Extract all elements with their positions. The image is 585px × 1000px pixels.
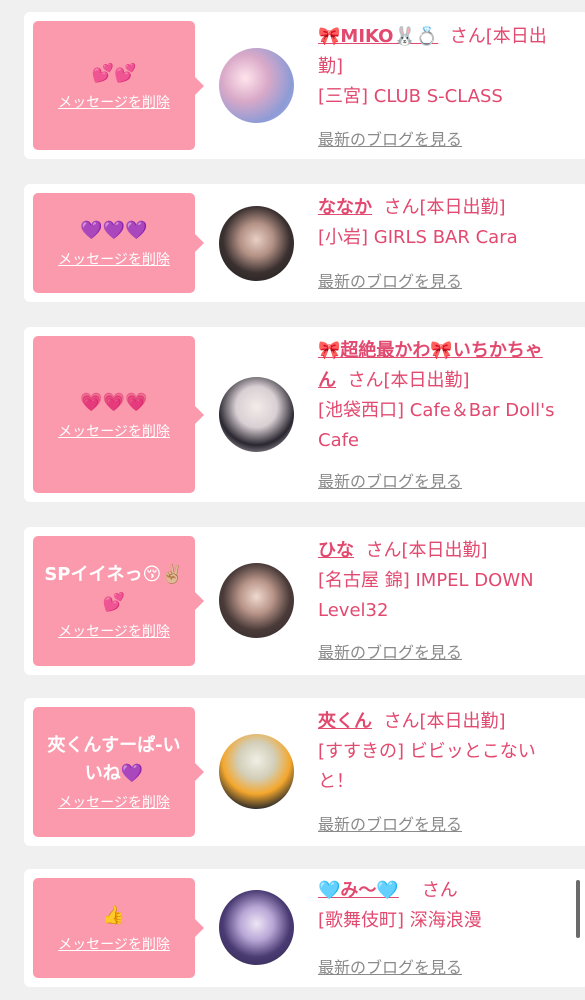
delete-message-link[interactable]: メッセージを削除 — [58, 792, 170, 812]
message-text: 💗💗💗 — [80, 391, 148, 413]
work-status: [本日出勤] — [419, 711, 506, 732]
message-bubble: 夾くんすーぱ-いいね💜 メッセージを削除 — [33, 707, 204, 837]
message-text: 💕💕 — [91, 62, 137, 84]
scrollbar[interactable] — [576, 880, 580, 938]
shop-name: [名古屋 錦] IMPEL DOWN Level32 — [318, 570, 534, 621]
message-card: 💜💜💜 メッセージを削除 ななか さん[本日出勤] [小岩] GIRLS BAR… — [24, 184, 585, 302]
message-text: 💜💜💜 — [80, 220, 148, 241]
honorific: さん — [383, 197, 420, 218]
cast-name-link[interactable]: 🎀MIKO🐰💍 — [318, 26, 438, 47]
avatar[interactable] — [219, 563, 294, 638]
message-text: 夾くんすーぱ-いいね💜 — [47, 735, 181, 784]
cast-name-link[interactable]: ななか — [318, 197, 372, 218]
message-card: 💕💕 メッセージを削除 🎀MIKO🐰💍 さん[本日出勤] [三宮] CLUB S… — [24, 12, 585, 159]
honorific: さん — [365, 540, 402, 561]
message-bubble: 💜💜💜 メッセージを削除 — [33, 193, 204, 293]
message-card: 夾くんすーぱ-いいね💜 メッセージを削除 夾くん さん[本日出勤] [すすきの]… — [24, 698, 585, 846]
delete-message-link[interactable]: メッセージを削除 — [58, 934, 170, 954]
honorific: さん — [383, 711, 420, 732]
cast-info: 🎀MIKO🐰💍 さん[本日出勤] [三宮] CLUB S-CLASS — [318, 22, 558, 112]
message-bubble: 💗💗💗 メッセージを削除 — [33, 336, 204, 493]
delete-message-link[interactable]: メッセージを削除 — [58, 249, 170, 269]
cast-name-link[interactable]: ひな — [318, 540, 354, 561]
message-text: 👍 — [102, 905, 126, 926]
cast-info: 🎀超絶最かわ🎀いちかちゃん さん[本日出勤] [池袋西口] Cafe＆Bar D… — [318, 336, 558, 456]
message-card: 👍 メッセージを削除 🩵み〜🩵 さん [歌舞伎町] 深海浪漫 最新のブログを見る — [24, 869, 585, 987]
work-status: [本日出勤] — [401, 540, 488, 561]
cast-info: 🩵み〜🩵 さん [歌舞伎町] 深海浪漫 — [318, 876, 558, 936]
blog-link[interactable]: 最新のブログを見る — [318, 954, 462, 978]
cast-name-link[interactable]: 夾くん — [318, 711, 372, 732]
honorific: さん — [347, 370, 384, 391]
honorific: さん — [449, 26, 486, 47]
shop-name: [小岩] GIRLS BAR Cara — [318, 227, 518, 248]
blog-link[interactable]: 最新のブログを見る — [318, 468, 462, 492]
honorific: さん — [421, 880, 458, 901]
blog-link[interactable]: 最新のブログを見る — [318, 268, 462, 292]
shop-name: [すすきの] ビビッとこないと！ — [318, 741, 536, 792]
blog-link[interactable]: 最新のブログを見る — [318, 639, 462, 663]
work-status: [本日出勤] — [419, 197, 506, 218]
delete-message-link[interactable]: メッセージを削除 — [58, 92, 170, 112]
avatar[interactable] — [219, 377, 294, 452]
avatar[interactable] — [219, 206, 294, 281]
avatar[interactable] — [219, 890, 294, 965]
message-text: SPイイネっ😚✌🏼💕 — [44, 564, 184, 613]
avatar[interactable] — [219, 734, 294, 809]
cast-info: ひな さん[本日出勤] [名古屋 錦] IMPEL DOWN Level32 — [318, 536, 558, 626]
blog-link[interactable]: 最新のブログを見る — [318, 126, 462, 150]
work-status: [本日出勤] — [383, 370, 470, 391]
message-card: SPイイネっ😚✌🏼💕 メッセージを削除 ひな さん[本日出勤] [名古屋 錦] … — [24, 527, 585, 675]
avatar[interactable] — [219, 48, 294, 123]
delete-message-link[interactable]: メッセージを削除 — [58, 621, 170, 641]
shop-name: [歌舞伎町] 深海浪漫 — [318, 910, 482, 931]
shop-name: [三宮] CLUB S-CLASS — [318, 86, 503, 107]
delete-message-link[interactable]: メッセージを削除 — [58, 421, 170, 441]
cast-info: 夾くん さん[本日出勤] [すすきの] ビビッとこないと！ — [318, 707, 558, 797]
message-card: 💗💗💗 メッセージを削除 🎀超絶最かわ🎀いちかちゃん さん[本日出勤] [池袋西… — [24, 327, 585, 502]
message-bubble: 💕💕 メッセージを削除 — [33, 21, 204, 150]
message-bubble: SPイイネっ😚✌🏼💕 メッセージを削除 — [33, 536, 204, 666]
blog-link[interactable]: 最新のブログを見る — [318, 811, 462, 835]
message-bubble: 👍 メッセージを削除 — [33, 878, 204, 978]
shop-name: [池袋西口] Cafe＆Bar Doll's Cafe — [318, 400, 555, 451]
cast-name-link[interactable]: 🩵み〜🩵 — [318, 880, 399, 901]
cast-info: ななか さん[本日出勤] [小岩] GIRLS BAR Cara — [318, 193, 558, 253]
